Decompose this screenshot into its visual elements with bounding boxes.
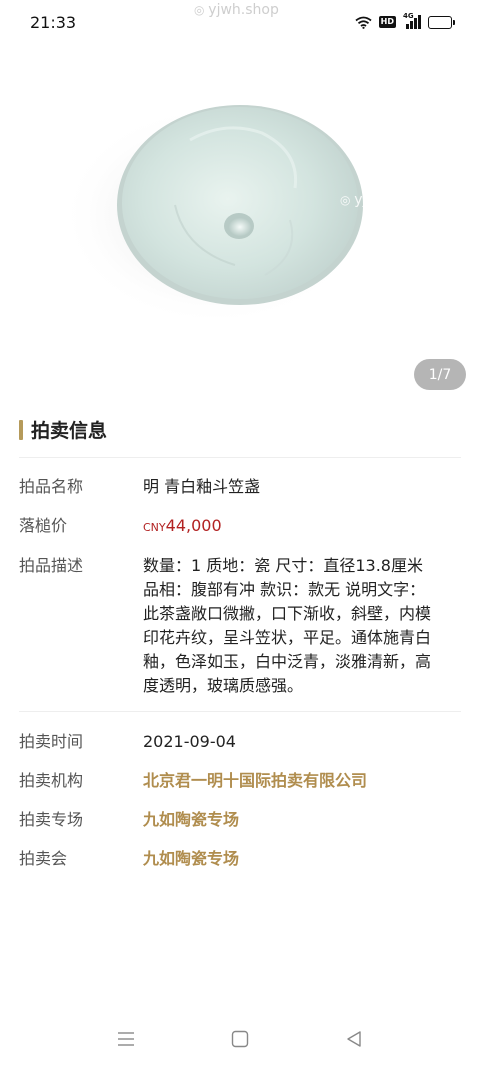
description-value: 数量：1 质地：瓷 尺寸：直径13.8厘米 品相：腹部有冲 款识：款无 说明文字… — [143, 556, 432, 695]
section-accent-bar — [19, 419, 23, 440]
status-icons: HD 4G — [355, 12, 455, 29]
section-title: 拍卖信息 — [19, 416, 107, 443]
hammer-price-value: CNY44,000 — [143, 514, 461, 540]
menu-icon[interactable] — [115, 1028, 137, 1050]
info-row-hammer-price: 落槌价 CNY44,000 — [19, 514, 461, 540]
row-label: 拍品名称 — [19, 477, 84, 496]
row-label: 拍品描述 — [19, 556, 84, 575]
back-icon[interactable] — [343, 1028, 365, 1050]
divider — [19, 457, 461, 458]
battery-icon — [428, 15, 455, 29]
info-row-auction-session[interactable]: 拍卖专场 九如陶瓷专场 — [19, 808, 461, 832]
row-label: 落槌价 — [19, 516, 68, 535]
info-row-auction-event[interactable]: 拍卖会 九如陶瓷专场 — [19, 847, 461, 871]
page-indicator: 1/7 — [414, 359, 466, 390]
info-row-description: 拍品描述 数量：1 质地：瓷 尺寸：直径13.8厘米 品相：腹部有冲 款识：款无… — [19, 554, 461, 698]
info-row-auction-house[interactable]: 拍卖机构 北京君一明十国际拍卖有限公司 — [19, 769, 461, 793]
signal-4g-icon: 4G — [403, 12, 421, 29]
home-icon[interactable] — [229, 1028, 251, 1050]
status-bar: 21:33 HD 4G — [0, 0, 480, 44]
auction-house-link[interactable]: 北京君一明十国际拍卖有限公司 — [143, 769, 461, 793]
info-row-auction-time: 拍卖时间 2021-09-04 — [19, 730, 461, 754]
hd-icon: HD — [378, 16, 396, 28]
row-label: 拍卖会 — [19, 849, 68, 868]
lot-name-value: 明 青白釉斗笠盏 — [143, 477, 261, 496]
info-row-lot-name: 拍品名称 明 青白釉斗笠盏 — [19, 475, 461, 499]
price-currency: CNY — [143, 521, 166, 534]
row-label: 拍卖专场 — [19, 810, 84, 829]
watermark-text: yjwh.shop — [340, 192, 425, 208]
auction-session-link[interactable]: 九如陶瓷专场 — [143, 808, 461, 832]
row-label: 拍卖机构 — [19, 771, 84, 790]
auction-time-value: 2021-09-04 — [143, 732, 236, 751]
wifi-icon — [355, 16, 372, 29]
image-gallery[interactable]: yjwh.shop yjwh.shop 1/7 — [0, 0, 480, 398]
system-nav-bar — [0, 1010, 480, 1067]
auction-event-link[interactable]: 九如陶瓷专场 — [143, 847, 461, 871]
status-time: 21:33 — [30, 12, 77, 32]
price-amount: 44,000 — [165, 516, 222, 535]
divider — [19, 711, 461, 712]
section-title-text: 拍卖信息 — [31, 420, 108, 442]
row-label: 拍卖时间 — [19, 732, 84, 751]
